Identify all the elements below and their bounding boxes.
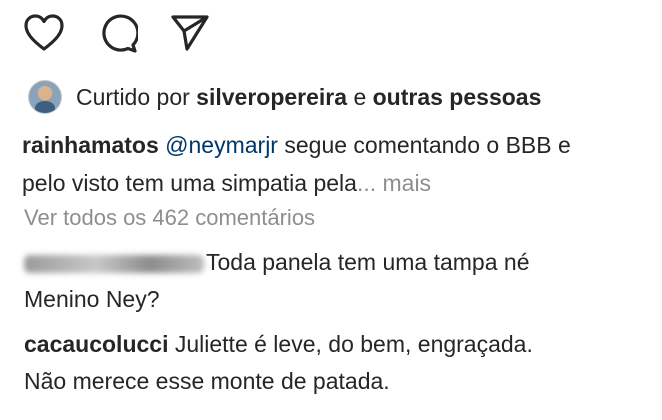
liked-by-joiner: e bbox=[353, 83, 367, 110]
comment-text-line2: Não merece esse monte de patada. bbox=[24, 368, 390, 394]
caption-ellipsis: ... bbox=[356, 170, 377, 196]
blurred-username[interactable] bbox=[24, 254, 204, 273]
view-all-comments-link[interactable]: Ver todos os 462 comentários bbox=[24, 205, 315, 231]
comment-item: cacaucolucci Juliette é leve, do bem, en… bbox=[24, 326, 654, 400]
liked-by-prefix: Curtido por bbox=[76, 83, 190, 110]
avatar[interactable] bbox=[28, 80, 62, 114]
comment-text-line2: Menino Ney? bbox=[24, 286, 160, 312]
post-caption: rainhamatos @neymarjr segue comentando o… bbox=[22, 126, 662, 202]
caption-line2: pelo visto tem uma simpatia pela bbox=[22, 170, 357, 196]
caption-more-link[interactable]: mais bbox=[383, 170, 432, 196]
comment-text-line1: Juliette é leve, do bem, engraçada. bbox=[174, 331, 533, 357]
heart-icon[interactable] bbox=[24, 14, 64, 52]
caption-mention[interactable]: @neymarjr bbox=[165, 132, 278, 158]
caption-line1: segue comentando o BBB e bbox=[284, 132, 571, 158]
comment-icon[interactable] bbox=[98, 14, 138, 54]
caption-username[interactable]: rainhamatos bbox=[22, 132, 159, 158]
liked-by-row: Curtido por silveropereira e outras pess… bbox=[28, 80, 541, 114]
comment-username[interactable]: cacaucolucci bbox=[24, 331, 168, 357]
liked-by-user[interactable]: silveropereira bbox=[196, 84, 347, 111]
comment-item: Toda panela tem uma tampa né Menino Ney? bbox=[24, 244, 654, 318]
send-icon[interactable] bbox=[170, 14, 210, 52]
liked-by-others[interactable]: outras pessoas bbox=[373, 84, 542, 111]
comment-text-line1: Toda panela tem uma tampa né bbox=[206, 249, 530, 275]
